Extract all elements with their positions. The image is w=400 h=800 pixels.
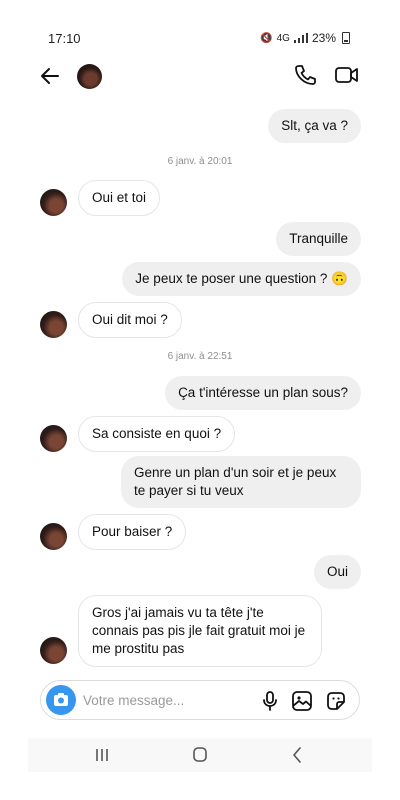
battery-percent: 23% <box>311 31 336 45</box>
message-outgoing[interactable]: Genre un plan d'un soir et je peux te pa… <box>121 456 361 508</box>
message-outgoing[interactable]: Ça t'intéresse un plan sous? <box>165 376 361 410</box>
camera-icon <box>54 693 68 706</box>
battery-icon <box>342 32 350 44</box>
status-time: 17:10 <box>48 31 81 46</box>
message-composer <box>40 680 360 720</box>
chat-header <box>0 58 400 94</box>
camera-button[interactable] <box>46 685 76 715</box>
video-camera-icon[interactable] <box>334 63 360 87</box>
status-bar: 17:10 🔇 4G 23% <box>0 0 400 46</box>
signal-icon <box>293 33 308 43</box>
timestamp: 6 janv. à 22:51 <box>167 351 233 362</box>
message-input[interactable] <box>83 690 243 710</box>
message-incoming[interactable]: Pour baiser ? <box>78 514 187 550</box>
phone-icon[interactable] <box>293 63 317 87</box>
microphone-icon[interactable] <box>258 689 282 713</box>
status-indicators: 🔇 4G 23% <box>260 31 350 45</box>
recents-icon[interactable] <box>90 744 114 766</box>
contact-avatar-small[interactable] <box>40 523 67 550</box>
message-incoming[interactable]: Gros j'ai jamais vu ta tête j'te connais… <box>78 595 322 667</box>
contact-avatar-small[interactable] <box>40 425 67 452</box>
system-nav-bar <box>28 738 372 772</box>
message-outgoing[interactable]: Je peux te poser une question ? 🙃 <box>122 262 361 296</box>
home-icon[interactable] <box>188 744 212 766</box>
message-incoming[interactable]: Oui et toi <box>78 180 161 216</box>
message-outgoing[interactable]: Tranquille <box>276 222 361 256</box>
message-incoming[interactable]: Sa consiste en quoi ? <box>78 416 236 452</box>
arrow-left-icon[interactable] <box>38 64 62 88</box>
image-icon[interactable] <box>290 689 314 713</box>
contact-avatar-small[interactable] <box>40 311 67 338</box>
message-outgoing[interactable]: Oui <box>313 555 361 589</box>
mute-icon: 🔇 <box>260 32 273 44</box>
contact-avatar[interactable] <box>77 64 102 89</box>
network-type: 4G <box>276 32 290 44</box>
contact-avatar-small[interactable] <box>40 637 67 664</box>
timestamp: 6 janv. à 20:01 <box>167 156 233 167</box>
sticker-icon[interactable] <box>324 689 348 713</box>
back-icon[interactable] <box>286 744 310 766</box>
message-outgoing[interactable]: Slt, ça va ? <box>268 109 361 143</box>
message-incoming[interactable]: Oui dit moi ? <box>78 302 182 338</box>
contact-avatar-small[interactable] <box>40 189 67 216</box>
